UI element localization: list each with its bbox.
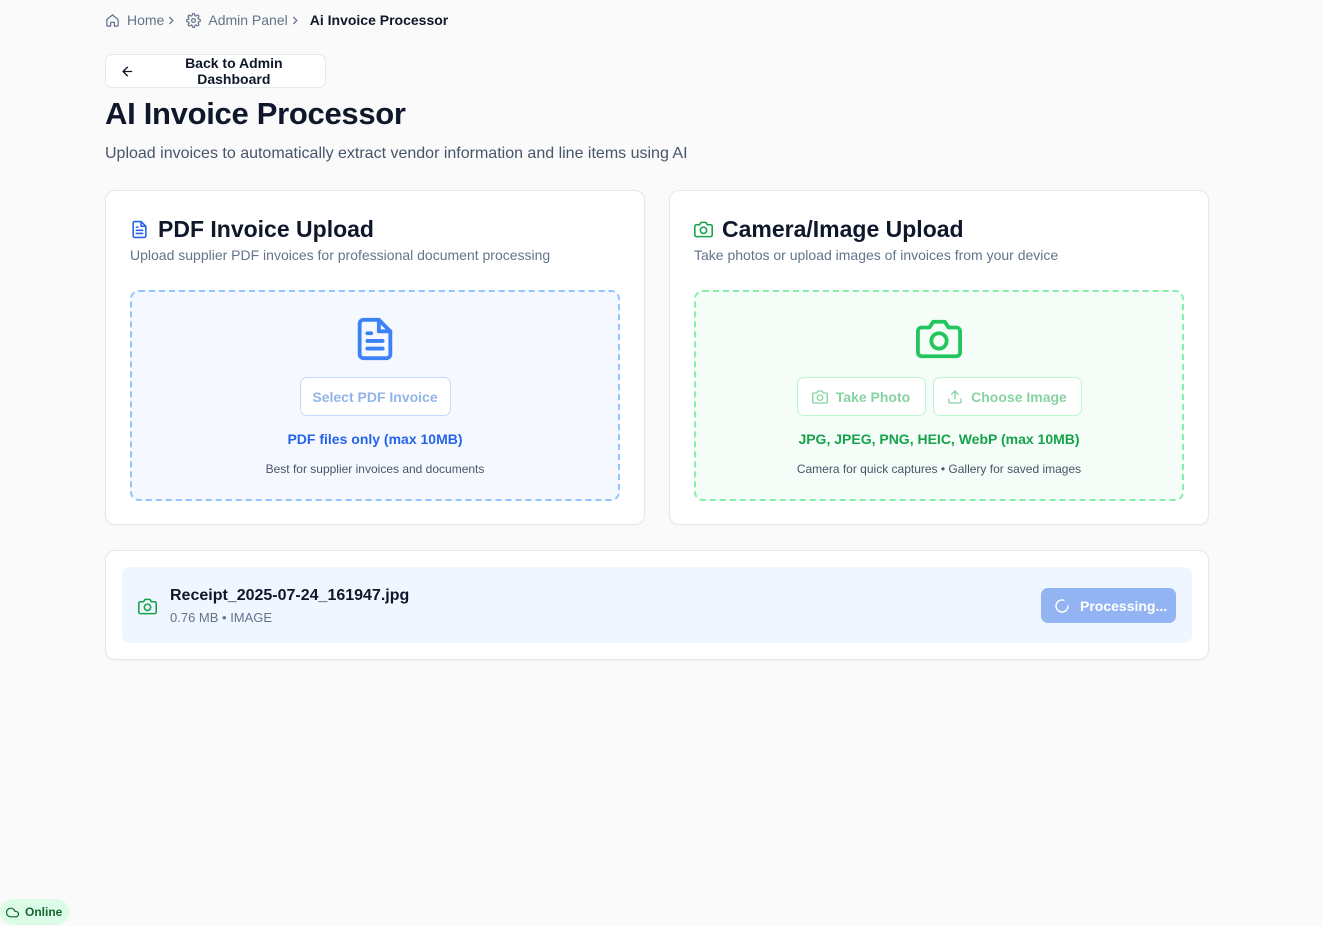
file-text-icon <box>132 220 147 239</box>
camera-card-title: Camera/Image Upload <box>722 216 964 242</box>
pdf-upload-card: PDF Invoice Upload Upload supplier PDF i… <box>105 190 645 525</box>
file-text-icon <box>357 317 393 361</box>
file-name: Receipt_2025-07-24_161947.jpg <box>170 587 410 604</box>
breadcrumb-home-label: Home <box>127 12 165 28</box>
upload-icon <box>948 389 962 404</box>
camera-icon <box>916 319 962 359</box>
camera-icon <box>138 598 157 615</box>
online-status-label: Online <box>25 905 63 919</box>
online-status-badge: Online <box>0 899 69 925</box>
pdf-formats-text: PDF files only (max 10MB) <box>287 431 463 447</box>
camera-upload-card: Camera/Image Upload Take photos or uploa… <box>669 190 1209 525</box>
pdf-card-description: Upload supplier PDF invoices for profess… <box>130 247 551 263</box>
select-pdf-invoice-button[interactable]: Select PDF Invoice <box>299 377 451 416</box>
breadcrumb-admin-label: Admin Panel <box>208 12 288 28</box>
spinner-icon <box>1055 598 1069 613</box>
pdf-card-header: PDF Invoice Upload <box>130 216 374 243</box>
back-to-admin-dashboard-button[interactable]: Back to Admin Dashboard <box>105 54 326 88</box>
choose-image-label: Choose Image <box>971 388 1067 405</box>
image-formats-text: JPG, JPEG, PNG, HEIC, WebP (max 10MB) <box>798 431 1080 447</box>
camera-card-header: Camera/Image Upload <box>694 216 964 243</box>
home-icon <box>106 13 119 27</box>
take-photo-button[interactable]: Take Photo <box>796 377 926 416</box>
file-row: Receipt_2025-07-24_161947.jpg 0.76 MB • … <box>122 567 1192 643</box>
camera-card-description: Take photos or upload images of invoices… <box>694 247 1059 263</box>
image-dropzone[interactable]: Take Photo Choose Image JPG, JPEG, PNG, … <box>694 290 1184 501</box>
breadcrumb-admin-panel[interactable]: Admin Panel <box>186 12 288 28</box>
cloud-icon <box>6 907 19 917</box>
breadcrumb-current: Ai Invoice Processor <box>309 12 449 28</box>
pdf-dropzone[interactable]: Select PDF Invoice PDF files only (max 1… <box>130 290 620 501</box>
choose-image-button[interactable]: Choose Image <box>932 377 1082 416</box>
image-hint-text: Camera for quick captures • Gallery for … <box>796 462 1082 476</box>
breadcrumb-home[interactable]: Home <box>105 12 164 28</box>
back-button-label: Back to Admin Dashboard <box>185 55 283 87</box>
upload-queue-card: Receipt_2025-07-24_161947.jpg 0.76 MB • … <box>105 550 1209 660</box>
file-meta: 0.76 MB • IMAGE <box>170 610 273 625</box>
processing-button[interactable]: Processing... <box>1041 588 1176 623</box>
pdf-button-row: Select PDF Invoice <box>132 377 618 416</box>
gear-icon <box>186 12 202 28</box>
camera-button-row: Take Photo Choose Image <box>696 377 1182 416</box>
chevron-right-icon <box>291 15 301 25</box>
page-subtitle: Upload invoices to automatically extract… <box>105 145 688 162</box>
pdf-hint-text: Best for supplier invoices and documents <box>265 462 485 476</box>
chevron-right-icon <box>167 15 177 25</box>
breadcrumb: Home Admin Panel Ai Invoice Processor <box>105 11 448 29</box>
camera-icon <box>694 221 713 238</box>
page-title: AI Invoice Processor <box>105 96 406 131</box>
pdf-card-title: PDF Invoice Upload <box>158 216 374 242</box>
processing-label: Processing... <box>1080 597 1168 614</box>
arrow-left-icon <box>122 66 133 76</box>
take-photo-label: Take Photo <box>835 388 911 405</box>
camera-icon <box>811 389 828 404</box>
